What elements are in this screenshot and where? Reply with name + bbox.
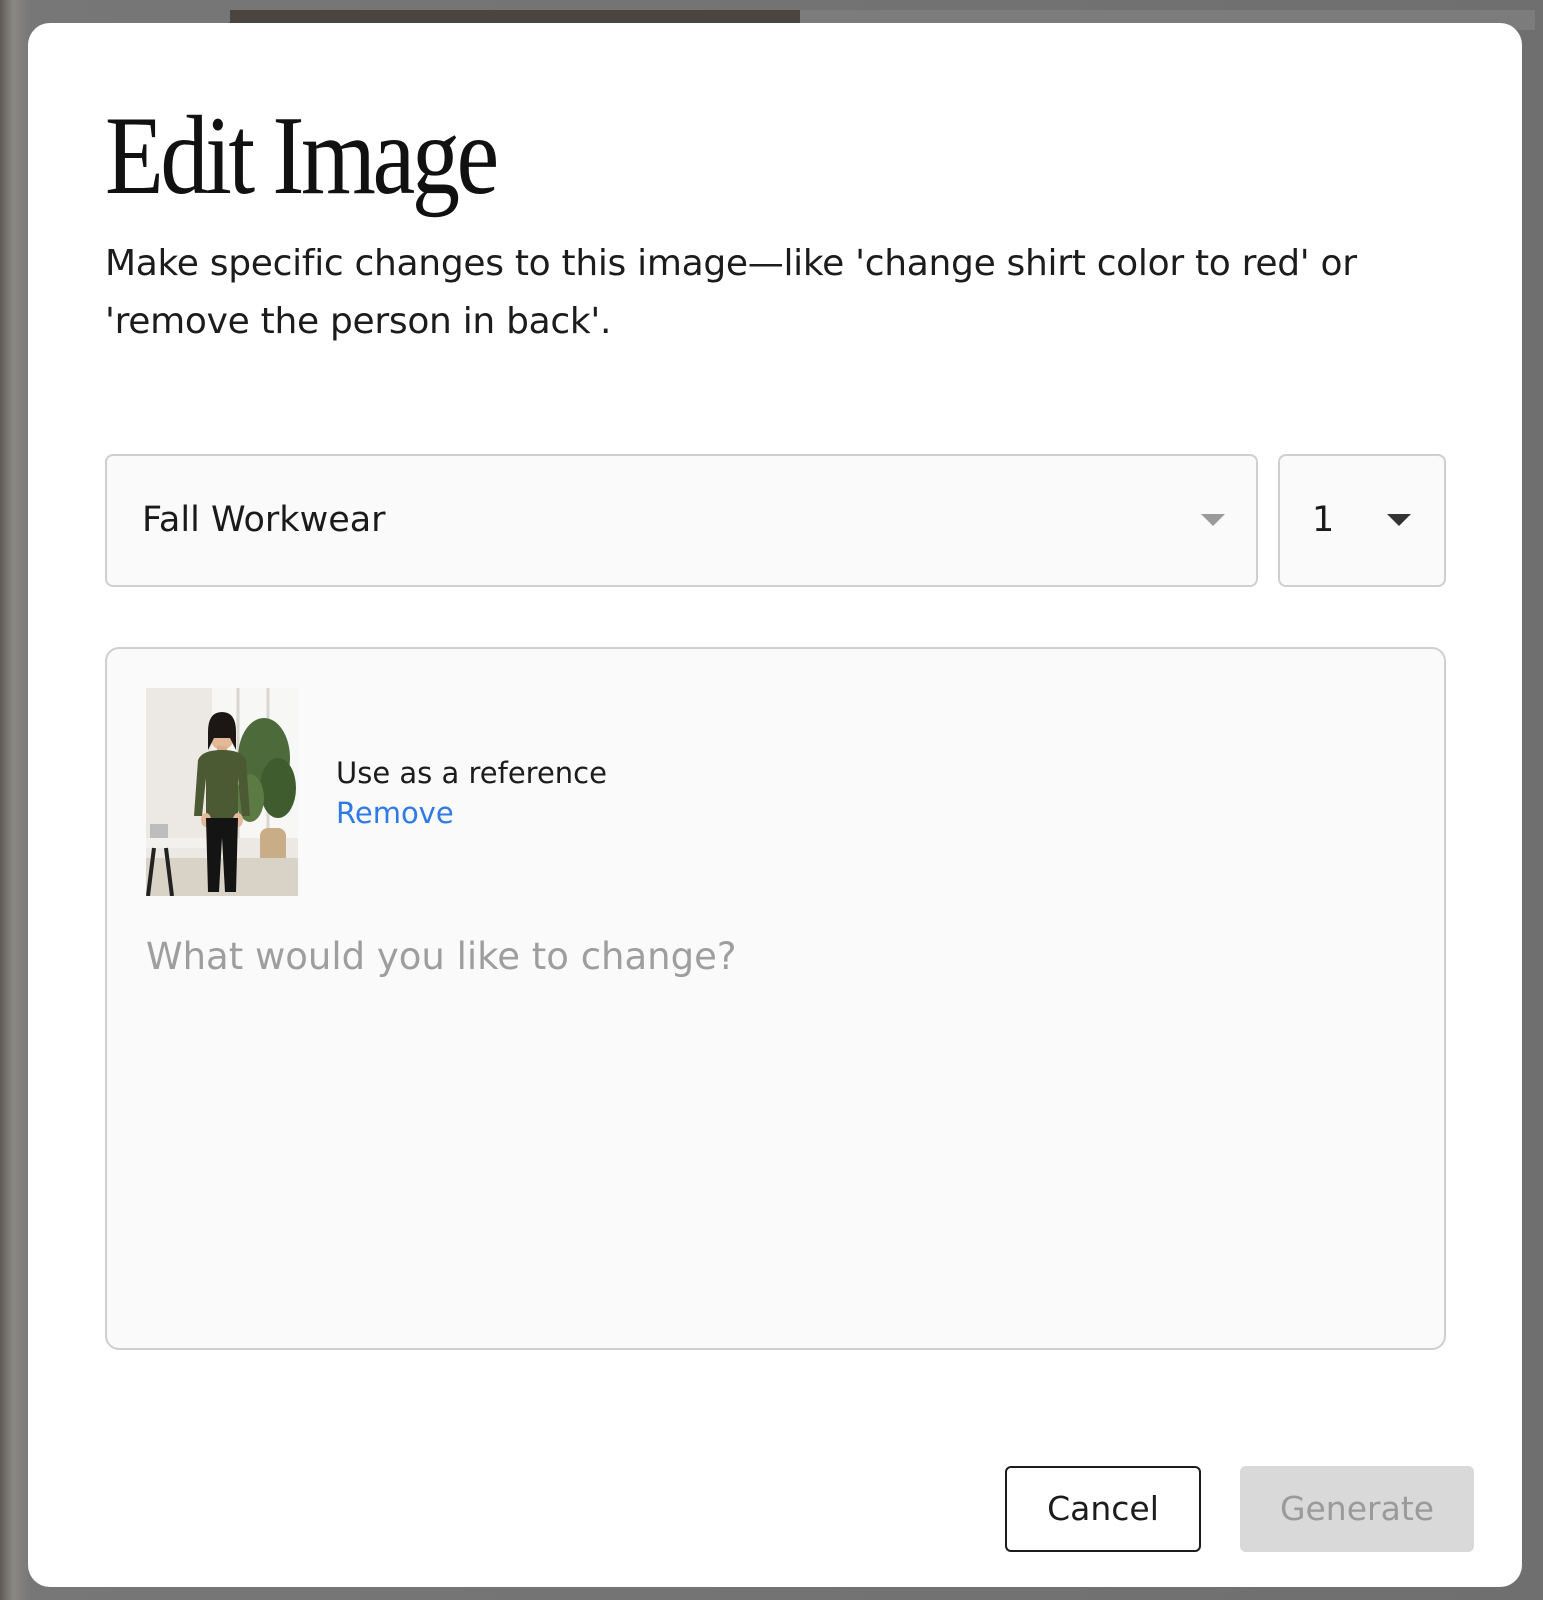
change-prompt-input[interactable]: [146, 929, 1396, 1309]
chevron-down-icon: [1201, 514, 1225, 526]
generate-button[interactable]: Generate: [1240, 1466, 1474, 1552]
reference-thumbnail: [146, 688, 298, 896]
collection-select-value: Fall Workwear: [142, 500, 386, 540]
prompt-container: Use as a reference Remove: [105, 647, 1446, 1350]
image-count-select-value: 1: [1312, 500, 1335, 540]
image-count-select[interactable]: 1: [1278, 454, 1446, 587]
reference-label: Use as a reference: [336, 756, 607, 790]
dialog-title: Edit Image: [105, 94, 499, 218]
reference-meta: Use as a reference Remove: [336, 753, 607, 833]
edit-image-dialog: Edit Image Make specific changes to this…: [28, 23, 1522, 1587]
dialog-description: Make specific changes to this image—like…: [105, 243, 1357, 342]
cancel-button[interactable]: Cancel: [1005, 1466, 1201, 1552]
chevron-down-icon: [1387, 514, 1411, 526]
remove-reference-link[interactable]: Remove: [336, 793, 607, 833]
collection-select[interactable]: Fall Workwear: [105, 454, 1258, 587]
